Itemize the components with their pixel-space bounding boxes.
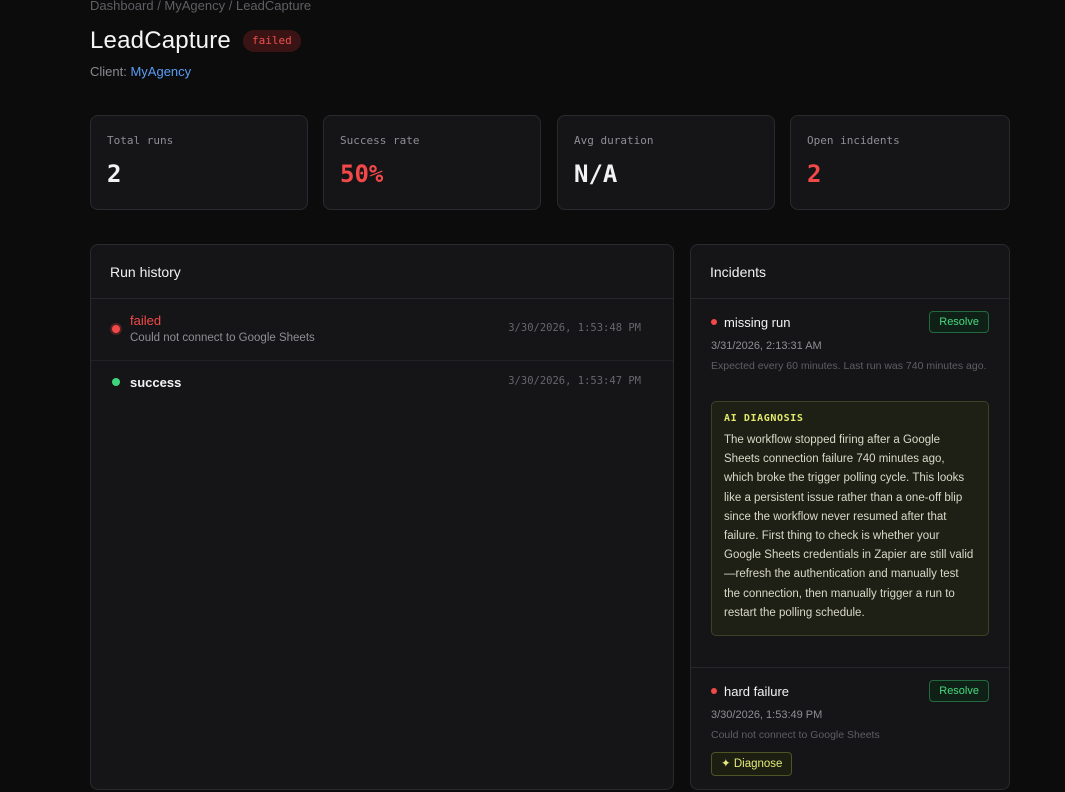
panel-title: Incidents <box>691 245 1009 299</box>
incident-description: Expected every 60 minutes. Last run was … <box>711 360 987 372</box>
incident-timestamp: 3/31/2026, 2:13:31 AM <box>711 340 822 352</box>
run-row[interactable]: failed Could not connect to Google Sheet… <box>91 299 673 361</box>
stats-row: Total runs 2 Success rate 50% Avg durati… <box>90 115 1010 212</box>
incident-description: Could not connect to Google Sheets <box>711 729 880 741</box>
stat-value: 2 <box>807 160 822 188</box>
stat-value: 2 <box>107 160 122 188</box>
run-status: success <box>130 375 182 390</box>
stat-label: Success rate <box>340 134 420 147</box>
resolve-button[interactable]: Resolve <box>929 680 989 702</box>
status-badge: failed <box>242 30 301 52</box>
resolve-button[interactable]: Resolve <box>929 311 989 333</box>
run-timestamp: 3/30/2026, 1:53:47 PM <box>508 375 641 387</box>
stat-value: N/A <box>574 160 618 188</box>
ai-diagnosis-label: AI DIAGNOSIS <box>724 413 804 424</box>
status-dot-icon <box>711 319 717 325</box>
stat-label: Open incidents <box>807 134 900 147</box>
status-dot-icon <box>711 688 717 694</box>
diagnose-button[interactable]: ✦ Diagnose <box>711 752 793 776</box>
status-dot-icon <box>112 325 120 333</box>
stat-card-total-runs: Total runs 2 <box>90 115 308 210</box>
incident-item: hard failure Resolve 3/30/2026, 1:53:49 … <box>691 668 1009 788</box>
client-label: Client: <box>90 64 131 79</box>
stat-card-success-rate: Success rate 50% <box>323 115 541 210</box>
run-history-panel: Run history failed Could not connect to … <box>90 244 674 790</box>
ai-diagnosis-text: The workflow stopped firing after a Goog… <box>724 434 974 619</box>
run-row[interactable]: success 3/30/2026, 1:53:47 PM <box>91 361 673 403</box>
incident-title: missing run <box>724 315 791 330</box>
panel-title: Run history <box>91 245 673 299</box>
incident-title: hard failure <box>724 684 790 699</box>
stat-value: 50% <box>340 160 384 188</box>
stat-card-open-incidents: Open incidents 2 <box>790 115 1010 210</box>
page-title: LeadCapture <box>90 27 231 54</box>
breadcrumb[interactable]: Dashboard / MyAgency / LeadCapture <box>90 0 311 13</box>
title-row: LeadCapture failed <box>90 27 301 55</box>
client-link[interactable]: MyAgency <box>130 64 191 79</box>
run-message: Could not connect to Google Sheets <box>130 332 315 344</box>
ai-diagnosis-box: AI DIAGNOSIS The workflow stopped firing… <box>711 401 989 637</box>
incidents-panel: Incidents missing run Resolve 3/31/2026,… <box>690 244 1010 790</box>
stat-label: Total runs <box>107 134 174 147</box>
stat-card-avg-duration: Avg duration N/A <box>557 115 775 210</box>
incident-timestamp: 3/30/2026, 1:53:49 PM <box>711 709 823 721</box>
client-line: Client: MyAgency <box>90 64 191 79</box>
status-dot-icon <box>112 378 120 386</box>
run-timestamp: 3/30/2026, 1:53:48 PM <box>508 322 641 334</box>
run-status: failed <box>130 313 162 328</box>
incident-item: missing run Resolve 3/31/2026, 2:13:31 A… <box>691 299 1009 668</box>
stat-label: Avg duration <box>574 134 654 147</box>
